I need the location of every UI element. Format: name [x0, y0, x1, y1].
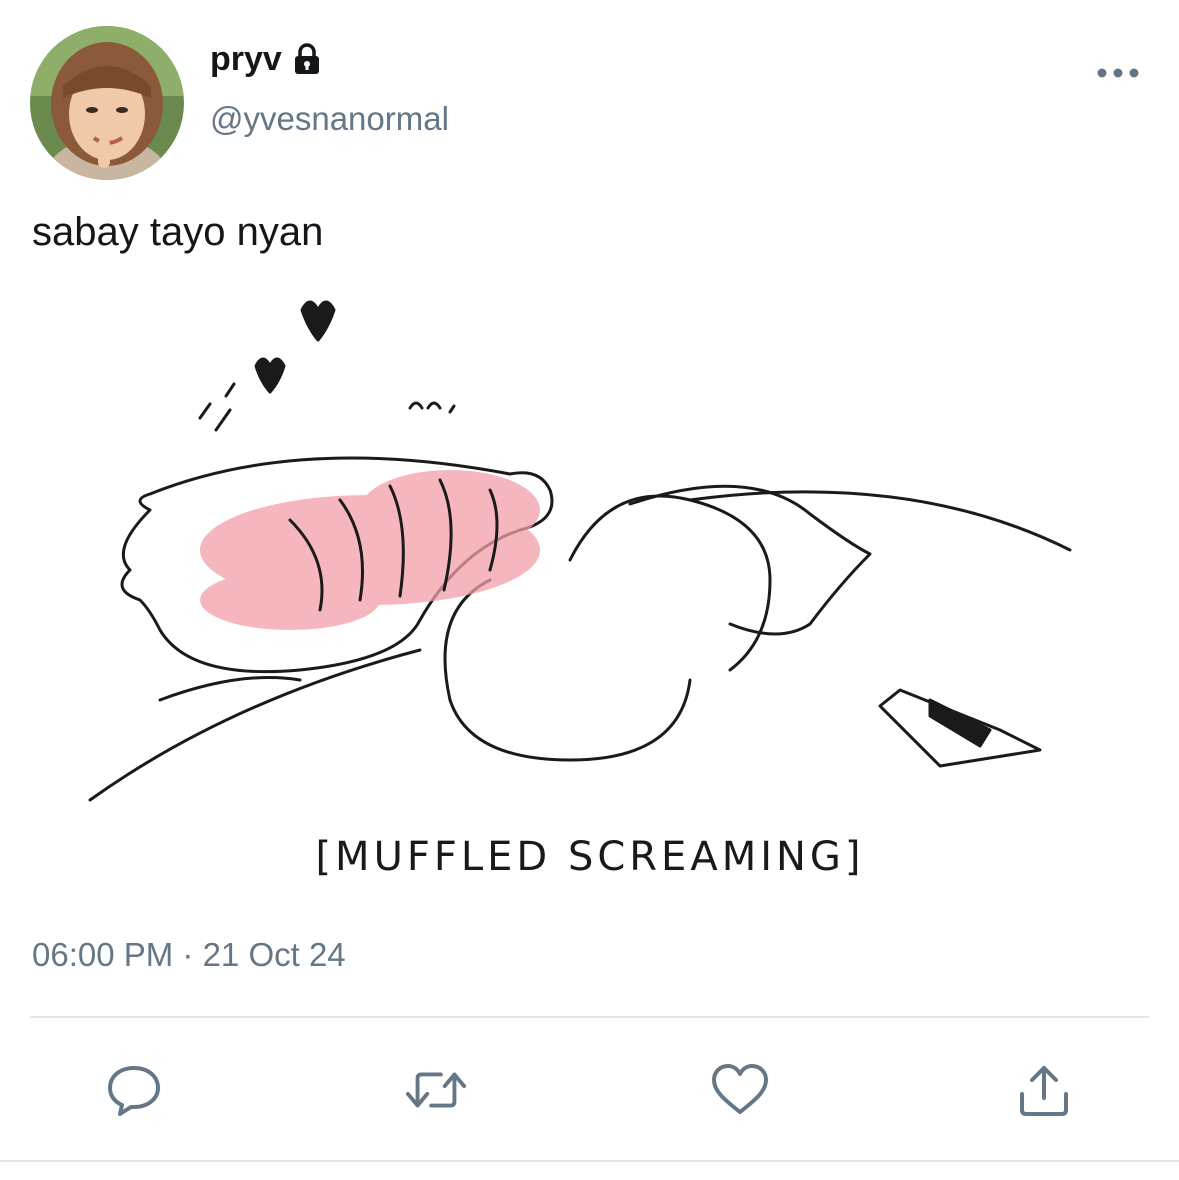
lock-icon	[290, 42, 324, 76]
divider	[30, 1016, 1149, 1018]
display-name-text: pryv	[210, 40, 282, 78]
share-icon	[1020, 1066, 1068, 1116]
heart-icon	[712, 1064, 768, 1114]
retweet-button[interactable]	[404, 1058, 468, 1122]
more-options-icon[interactable]	[1094, 58, 1142, 88]
like-button[interactable]	[708, 1058, 772, 1122]
media-illustration: [MUFFLED SCREAMING]	[88, 300, 1072, 880]
user-handle[interactable]: @yvesnanormal	[210, 102, 449, 135]
tweet-text: sabay tayo nyan	[32, 210, 324, 254]
display-name[interactable]: pryv	[210, 42, 324, 76]
avatar-image	[30, 26, 184, 180]
media-caption: [MUFFLED SCREAMING]	[315, 834, 864, 880]
bottom-divider	[0, 1160, 1179, 1162]
comment-icon	[108, 1066, 160, 1116]
avatar[interactable]	[30, 26, 184, 180]
share-button[interactable]	[1012, 1058, 1076, 1122]
tweet-actions-bar	[0, 1058, 1179, 1122]
tweet-media[interactable]: [MUFFLED SCREAMING]	[70, 280, 1110, 920]
tweet-timestamp[interactable]: 06:00 PM · 21 Oct 24	[32, 938, 346, 971]
tweet-card: pryv @yvesnanormal sabay tayo nyan [MUFF…	[0, 0, 1179, 1180]
retweet-icon	[405, 1072, 467, 1108]
reply-button[interactable]	[102, 1058, 166, 1122]
